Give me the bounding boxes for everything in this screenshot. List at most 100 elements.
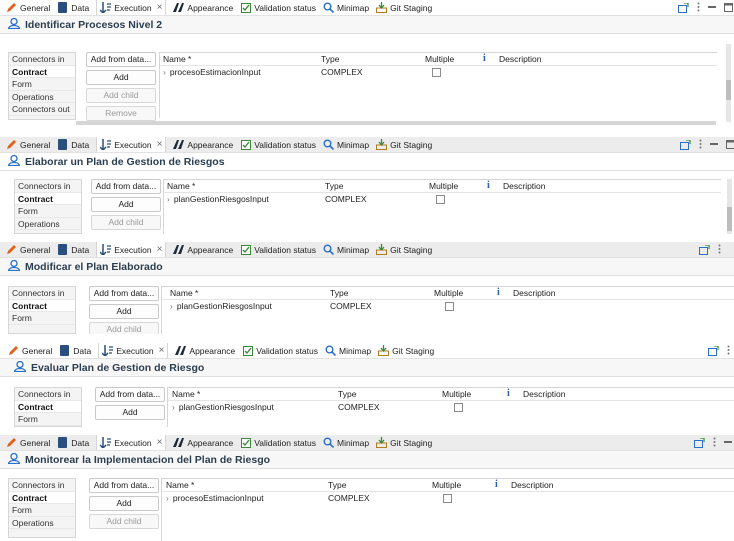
tab-appearance[interactable]: Appearance (175, 345, 235, 356)
column-header-description[interactable]: Description (503, 181, 546, 191)
tab-minimap[interactable]: Minimap (323, 244, 369, 255)
tab-general[interactable]: General (6, 437, 50, 448)
pull-arrow-icon[interactable] (699, 245, 710, 255)
tab-git-staging[interactable]: Git Staging (376, 139, 432, 150)
sidebar-item-connectors-in[interactable]: Connectors in (9, 479, 75, 492)
tab-general[interactable]: General (6, 244, 50, 255)
sidebar-item-contract[interactable]: Contract (9, 65, 75, 78)
tab-data[interactable]: Data (59, 345, 91, 356)
maximize-icon[interactable] (726, 139, 734, 151)
close-icon[interactable]: × (157, 139, 163, 150)
tab-execution[interactable]: Execution × (98, 343, 169, 358)
tab-execution[interactable]: Execution × (96, 242, 167, 257)
tab-minimap[interactable]: Minimap (323, 2, 369, 13)
tab-minimap[interactable]: Minimap (323, 139, 369, 150)
tab-validation-status[interactable]: Validation status (240, 139, 316, 150)
close-icon[interactable]: × (157, 437, 163, 448)
tab-general[interactable]: General (6, 139, 50, 150)
input-name-cell[interactable]: › procesoEstimacionInput (166, 493, 264, 503)
input-type-cell[interactable]: COMPLEX (328, 493, 370, 503)
pull-arrow-icon[interactable] (708, 346, 719, 356)
tab-appearance[interactable]: Appearance (173, 139, 233, 150)
add-child-button[interactable]: Add child (89, 322, 159, 334)
tab-validation-status[interactable]: Validation status (240, 244, 316, 255)
sidebar-item-connectors-in[interactable]: Connectors in (9, 287, 75, 300)
input-type-cell[interactable]: COMPLEX (325, 194, 367, 204)
sidebar-item-contract[interactable]: Contract (9, 491, 75, 504)
chevron-right-icon[interactable]: › (163, 67, 166, 77)
input-name-cell[interactable]: › planGestionRiesgosInput (170, 301, 272, 311)
tab-execution[interactable]: Execution × (96, 137, 167, 152)
sidebar-item-contract[interactable]: Contract (15, 400, 81, 413)
column-header-name[interactable]: Name * (170, 288, 198, 298)
input-name-cell[interactable]: › procesoEstimacionInput (163, 67, 261, 77)
pull-arrow-icon[interactable] (678, 3, 689, 13)
vertical-scrollbar[interactable] (726, 44, 731, 122)
pull-arrow-icon[interactable] (694, 438, 705, 448)
column-header-multiple[interactable]: Multiple (429, 181, 458, 191)
view-menu-icon[interactable] (718, 244, 721, 256)
add-button[interactable]: Add (89, 496, 159, 511)
minimize-icon[interactable] (710, 140, 718, 150)
tab-appearance[interactable]: Appearance (173, 244, 233, 255)
sidebar-item-connectors-in[interactable]: Connectors in (15, 388, 81, 401)
tab-git-staging[interactable]: Git Staging (378, 345, 434, 356)
column-header-description[interactable]: Description (499, 54, 542, 64)
tab-validation-status[interactable]: Validation status (240, 437, 316, 448)
table-row[interactable]: › planGestionRiesgosInput COMPLEX (162, 300, 734, 314)
tab-git-staging[interactable]: Git Staging (376, 2, 432, 13)
table-row[interactable]: › planGestionRiesgosInput COMPLEX (168, 401, 734, 415)
add-from-data-button[interactable]: Add from data... (89, 286, 159, 301)
column-header-type[interactable]: Type (330, 288, 348, 298)
input-name-cell[interactable]: › planGestionRiesgosInput (172, 402, 274, 412)
column-header-multiple[interactable]: Multiple (434, 288, 463, 298)
sidebar-item-form[interactable]: Form (15, 413, 81, 426)
sidebar-item-connectors-in[interactable]: Connectors in (9, 53, 75, 66)
table-row[interactable]: › procesoEstimacionInput COMPLEX (162, 492, 734, 506)
view-menu-icon[interactable] (697, 2, 700, 14)
tab-appearance[interactable]: Appearance (173, 2, 233, 13)
scrollbar-thumb[interactable] (727, 207, 732, 231)
tab-minimap[interactable]: Minimap (325, 345, 371, 356)
column-header-name[interactable]: Name * (166, 480, 194, 490)
close-icon[interactable]: × (157, 2, 163, 13)
add-button[interactable]: Add (89, 304, 159, 319)
pull-arrow-icon[interactable] (680, 140, 691, 150)
tab-general[interactable]: General (8, 345, 52, 356)
tab-general[interactable]: General (6, 2, 50, 13)
minimize-icon[interactable] (708, 3, 716, 13)
add-from-data-button[interactable]: Add from data... (95, 387, 165, 402)
column-header-multiple[interactable]: Multiple (442, 389, 471, 399)
add-button[interactable]: Add (86, 70, 156, 85)
tab-git-staging[interactable]: Git Staging (376, 244, 432, 255)
sidebar-item-connectors-out[interactable]: Connectors out (9, 103, 75, 116)
multiple-checkbox[interactable] (454, 403, 463, 412)
sidebar-item-form[interactable]: Form (9, 504, 75, 517)
chevron-right-icon[interactable]: › (166, 493, 169, 503)
multiple-checkbox[interactable] (436, 195, 445, 204)
column-header-type[interactable]: Type (321, 54, 339, 64)
column-header-type[interactable]: Type (338, 389, 356, 399)
column-header-type[interactable]: Type (328, 480, 346, 490)
column-header-name[interactable]: Name * (167, 181, 195, 191)
column-header-name[interactable]: Name * (163, 54, 191, 64)
close-icon[interactable]: × (159, 345, 165, 356)
column-header-multiple[interactable]: Multiple (432, 480, 461, 490)
chevron-right-icon[interactable]: › (170, 301, 173, 311)
multiple-checkbox[interactable] (445, 302, 454, 311)
sidebar-item-operations[interactable]: Operations (9, 91, 75, 103)
sidebar-item-connectors-in[interactable]: Connectors in (15, 180, 81, 193)
tab-execution[interactable]: Execution × (96, 435, 167, 450)
add-from-data-button[interactable]: Add from data... (89, 478, 159, 493)
input-type-cell[interactable]: COMPLEX (330, 301, 372, 311)
sidebar-item-form[interactable]: Form (9, 78, 75, 91)
view-menu-icon[interactable] (727, 345, 730, 357)
column-header-name[interactable]: Name * (172, 389, 200, 399)
column-header-multiple[interactable]: Multiple (425, 54, 454, 64)
column-header-description[interactable]: Description (523, 389, 566, 399)
multiple-checkbox[interactable] (443, 494, 452, 503)
close-icon[interactable]: × (157, 244, 163, 255)
column-header-type[interactable]: Type (325, 181, 343, 191)
tab-git-staging[interactable]: Git Staging (376, 437, 432, 448)
sidebar-item-form[interactable]: Form (9, 312, 75, 325)
